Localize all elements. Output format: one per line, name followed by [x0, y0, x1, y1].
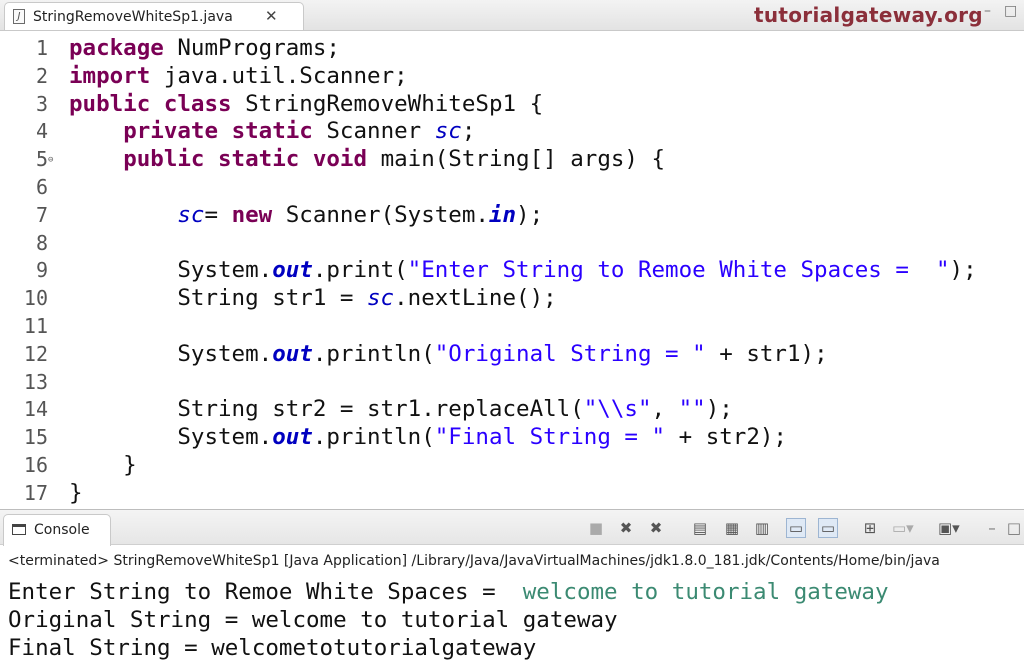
code-line: 6 [0, 174, 1024, 202]
code-line: 10 String str1 = sc.nextLine(); [0, 285, 1024, 313]
line-number: 16 [23, 452, 48, 477]
code-line: 8 [0, 230, 1024, 258]
code-line: 11 [0, 313, 1024, 341]
terminate-icon[interactable]: ■ [586, 518, 606, 538]
console-tab-label[interactable]: Console [34, 522, 90, 538]
show-stdout-icon[interactable]: ▭ [786, 518, 806, 538]
line-number: 4 [35, 119, 48, 144]
code-line: 15 System.out.println("Final String = " … [0, 424, 1024, 452]
java-file-icon: J [13, 9, 25, 24]
remove-all-terminated-icon[interactable]: ✖ [646, 518, 666, 538]
line-number: 3 [35, 91, 48, 116]
code-line: 16 } [0, 452, 1024, 480]
console-output-line: Original String = welcome to tutorial ga… [8, 607, 618, 633]
minimize-icon[interactable]: – [984, 3, 991, 19]
editor-tab-title[interactable]: StringRemoveWhiteSp1.java [33, 9, 233, 25]
line-number: 13 [23, 369, 48, 394]
word-wrap-icon[interactable]: ▥ [752, 518, 772, 538]
code-line: 7 sc= new Scanner(System.in); [0, 202, 1024, 230]
display-selected-console-icon[interactable]: ▭▾ [892, 518, 914, 538]
console-output-line: Final String = welcometotutorialgateway [8, 635, 537, 661]
scroll-lock-icon[interactable]: ▦ [722, 518, 742, 538]
line-number: 5 [35, 147, 48, 172]
fold-icon[interactable]: ⊖ [48, 155, 53, 165]
console-prompt: Enter String to Remoe White Spaces = [8, 579, 523, 605]
code-line: 2 import java.util.Scanner; [0, 63, 1024, 91]
line-number: 9 [35, 258, 48, 283]
code-line: 9 System.out.print("Enter String to Remo… [0, 257, 1024, 285]
clear-console-icon[interactable]: ▤ [690, 518, 710, 538]
editor-tab[interactable]: J StringRemoveWhiteSp1.java ✕ [4, 2, 304, 30]
code-line: 1 package NumPrograms; [0, 35, 1024, 63]
console-toolbar: Console ■ ✖ ✖ ▤ ▦ ▥ ▭ ▭ ⊞ ▭▾ ▣▾ – □ [0, 509, 1024, 546]
code-line: 4 private static Scanner sc; [0, 118, 1024, 146]
line-number: 2 [35, 63, 48, 88]
pin-console-icon[interactable]: ⊞ [860, 518, 880, 538]
console-panel: Console ■ ✖ ✖ ▤ ▦ ▥ ▭ ▭ ⊞ ▭▾ ▣▾ – □ <ter… [0, 509, 1024, 664]
line-number: 12 [23, 341, 48, 366]
maximize-icon[interactable]: □ [1004, 518, 1024, 538]
line-number: 10 [23, 286, 48, 311]
open-console-icon[interactable]: ▣▾ [938, 518, 960, 538]
code-line: 14 String str2 = str1.replaceAll("\\s", … [0, 396, 1024, 424]
console-tab[interactable]: Console [3, 514, 111, 546]
line-number: 6 [35, 174, 48, 199]
console-user-input: welcome to tutorial gateway [522, 579, 889, 605]
code-line: 3 public class StringRemoveWhiteSp1 { [0, 91, 1024, 119]
line-number: 1 [35, 36, 48, 60]
maximize-icon[interactable]: □ [1004, 3, 1017, 19]
line-number: 17 [23, 480, 48, 505]
console-output-line: Enter String to Remoe White Spaces = wel… [8, 579, 889, 605]
code-line: 5 ⊖ public static void main(String[] args… [0, 146, 1024, 174]
line-number: 11 [23, 313, 48, 338]
code-line: 13 [0, 369, 1024, 397]
line-number: 8 [35, 230, 48, 255]
console-icon [12, 524, 26, 535]
watermark: tutorialgateway.org [754, 3, 983, 27]
console-status: <terminated> StringRemoveWhiteSp1 [Java … [8, 553, 940, 569]
line-number: 7 [35, 202, 48, 227]
show-stderr-icon[interactable]: ▭ [818, 518, 838, 538]
code-line: 12 System.out.println("Original String =… [0, 341, 1024, 369]
minimize-icon[interactable]: – [982, 518, 1002, 538]
line-number: 15 [23, 425, 48, 450]
close-icon[interactable]: ✕ [265, 7, 278, 25]
remove-launch-icon[interactable]: ✖ [616, 518, 636, 538]
line-number: 14 [23, 397, 48, 422]
editor-tab-bar: J StringRemoveWhiteSp1.java ✕ tutorialga… [0, 0, 1024, 31]
code-editor[interactable]: 1 package NumPrograms; 2 import java.util.… [0, 31, 1024, 509]
code-line: 17} [0, 480, 1024, 508]
